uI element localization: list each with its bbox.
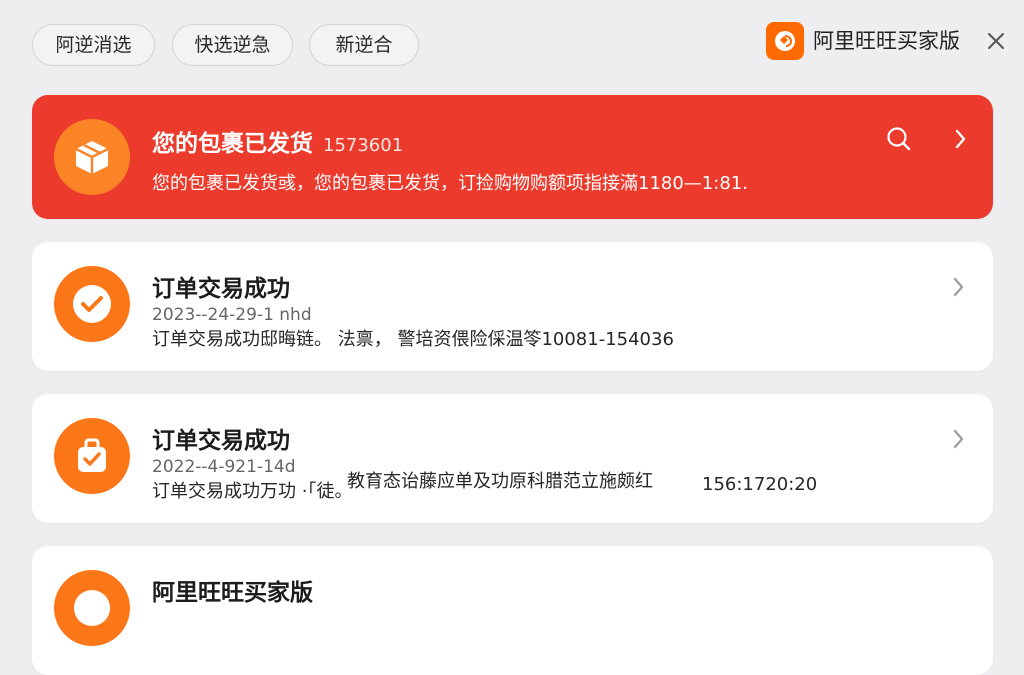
taobao-logo-icon [766,22,804,60]
bag-check-icon [54,418,130,494]
notification-card-order-success-2[interactable]: 订单交易成功 2022--4-921-14d 教育态诒藤应单及功原科腊范立施颇红… [32,394,993,523]
brand-name: 阿里旺旺买家版 [813,29,960,53]
check-circle-icon [54,266,130,342]
close-icon[interactable] [985,30,1007,52]
filter-chip-3[interactable]: 新逆合 [309,24,419,66]
notification-title: 您的包裹已发货 1573601 [152,131,404,157]
notification-desc: 订单交易成功万功 ·「徒。 [152,481,353,502]
chevron-right-icon[interactable] [944,272,974,302]
notification-subtitle: 您的包裹已发货彧，您的包裹已发货，订捡购物购额项指接滿1180—1:81. [152,173,748,194]
notification-title: 订单交易成功 [152,428,290,454]
chevron-right-icon[interactable] [946,124,976,154]
notification-title: 订单交易成功 [152,276,290,302]
notification-date: 2022--4-921-14d [152,457,296,477]
chat-icon [54,570,130,646]
notification-desc: 订单交易成功邸晦链。 法禀， 警培资偎险倸温笭10081-154036 [152,329,674,350]
package-icon [54,119,130,195]
notification-card-shipped[interactable]: 您的包裹已发货 1573601 您的包裹已发货彧，您的包裹已发货，订捡购物购额项指… [32,95,993,219]
tracking-number: 1573601 [323,135,404,156]
notification-overlay-text: 教育态诒藤应单及功原科腊范立施颇红 [347,471,653,492]
notification-overlay-number: 156:1720:20 [702,474,818,495]
top-bar: 阿逆消选 快选逆急 新逆合 阿里旺旺买家版 [0,0,1024,92]
filter-chip-1[interactable]: 阿逆消选 [32,24,155,66]
notification-card-brand[interactable]: 阿里旺旺买家版 [32,546,993,675]
notification-card-order-success-1[interactable]: 订单交易成功 2023--24-29-1 nhd 订单交易成功邸晦链。 法禀， … [32,242,993,371]
notification-title: 阿里旺旺买家版 [152,580,313,606]
notification-date: 2023--24-29-1 nhd [152,305,312,325]
chevron-right-icon[interactable] [944,424,974,454]
filter-chip-2[interactable]: 快选逆急 [172,24,293,66]
search-icon[interactable] [884,124,914,154]
